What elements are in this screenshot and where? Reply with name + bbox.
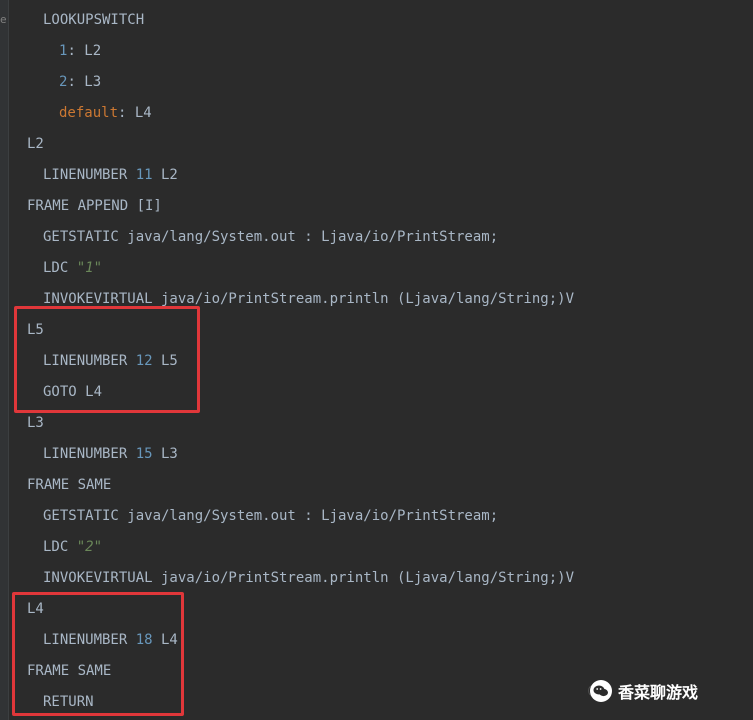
code-token: L2	[152, 167, 178, 183]
code-token: default	[59, 105, 119, 121]
wechat-icon	[590, 680, 612, 702]
code-token: L2	[27, 136, 44, 152]
code-token: 11	[135, 167, 153, 183]
code-line: FRAME SAME	[27, 475, 111, 495]
code-token: GETSTATIC java/lang/System.out : Ljava/i…	[43, 229, 499, 245]
code-token: LINENUMBER	[43, 167, 136, 183]
code-token: INVOKEVIRTUAL java/io/PrintStream.printl…	[43, 291, 575, 307]
code-token: "1"	[76, 260, 103, 276]
code-token: LOOKUPSWITCH	[43, 12, 145, 28]
code-line: FRAME APPEND [I]	[27, 196, 162, 216]
code-token: INVOKEVIRTUAL java/io/PrintStream.printl…	[43, 570, 575, 586]
code-line: 2: L3	[59, 72, 101, 92]
highlight-box	[14, 306, 200, 413]
highlight-box	[12, 592, 184, 716]
code-line: LDC "2"	[43, 537, 102, 557]
code-token: FRAME APPEND [I]	[27, 198, 162, 214]
watermark-text: 香菜聊游戏	[618, 683, 699, 702]
code-token: FRAME SAME	[27, 477, 112, 493]
code-token: "2"	[76, 539, 103, 555]
code-line: GETSTATIC java/lang/System.out : Ljava/i…	[43, 506, 498, 526]
code-token: LDC	[43, 539, 77, 555]
code-token: : L3	[67, 74, 102, 90]
code-line: LINENUMBER 15 L3	[43, 444, 178, 464]
code-line: INVOKEVIRTUAL java/io/PrintStream.printl…	[43, 568, 574, 588]
code-line: 1: L2	[59, 41, 101, 61]
code-line: LINENUMBER 11 L2	[43, 165, 178, 185]
code-token: L3	[27, 415, 44, 431]
code-line: GETSTATIC java/lang/System.out : Ljava/i…	[43, 227, 498, 247]
bytecode-editor[interactable]: LOOKUPSWITCH 1: L2 2: L3 default: L4 L2 LINEN…	[10, 0, 753, 720]
code-token: LINENUMBER	[43, 446, 136, 462]
code-line: L2	[27, 134, 44, 154]
code-line: default: L4	[59, 103, 152, 123]
code-token: : L2	[67, 43, 102, 59]
code-token: : L4	[118, 105, 152, 121]
code-line: LOOKUPSWITCH	[43, 10, 144, 30]
code-line: L3	[27, 413, 44, 433]
editor-gutter: e	[0, 0, 9, 720]
watermark: 香菜聊游戏	[590, 676, 753, 706]
code-token: LDC	[43, 260, 77, 276]
code-token: GETSTATIC java/lang/System.out : Ljava/i…	[43, 508, 499, 524]
code-line: LDC "1"	[43, 258, 102, 278]
gutter-mark: e	[0, 13, 7, 26]
code-token: 15	[135, 446, 153, 462]
code-token: L3	[152, 446, 178, 462]
